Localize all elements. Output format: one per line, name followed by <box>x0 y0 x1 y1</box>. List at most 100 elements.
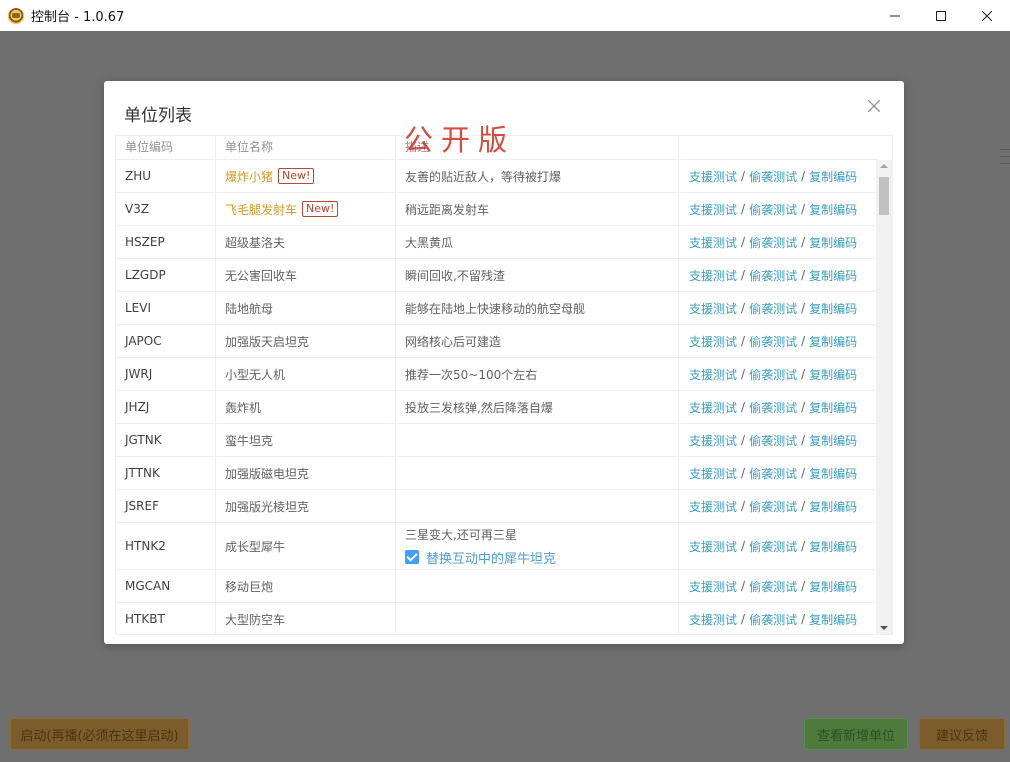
raid-test-link[interactable]: 偷袭测试 <box>749 611 797 628</box>
action-separator: / <box>801 169 806 183</box>
unit-code: JSREF <box>116 490 216 522</box>
raid-test-link[interactable]: 偷袭测试 <box>749 538 797 555</box>
copy-code-link[interactable]: 复制编码 <box>809 465 857 482</box>
table-row: LEVI 陆地航母 能够在陆地上快速移动的航空母舰 支援测试 / 偷袭测试 / 复制编码 <box>116 292 878 325</box>
unit-desc-cell: 投放三发核弹,然后降落自爆 <box>396 391 679 423</box>
replace-rhino-checkbox[interactable]: 替换互动中的犀牛坦克 <box>405 548 556 567</box>
copy-code-link[interactable]: 复制编码 <box>809 267 857 284</box>
unit-name: 成长型犀牛 <box>225 539 286 554</box>
unit-name: 无公害回收车 <box>225 268 298 283</box>
close-window-button[interactable] <box>964 0 1010 31</box>
feedback-button[interactable]: 建议反馈 <box>919 718 1005 750</box>
raid-test-link[interactable]: 偷袭测试 <box>749 201 797 218</box>
table-row: ZHU 爆炸小猪 New! 友善的贴近敌人，等待被打爆 支援测试 / 偷袭测试 / 复制编码 <box>116 160 878 193</box>
raid-test-link[interactable]: 偷袭测试 <box>749 333 797 350</box>
copy-code-link[interactable]: 复制编码 <box>809 399 857 416</box>
support-test-link[interactable]: 支援测试 <box>689 538 737 555</box>
action-separator: / <box>801 400 806 414</box>
unit-desc: 投放三发核弹,然后降落自爆 <box>405 400 553 415</box>
copy-code-link[interactable]: 复制编码 <box>809 498 857 515</box>
raid-test-link[interactable]: 偷袭测试 <box>749 234 797 251</box>
copy-code-link[interactable]: 复制编码 <box>809 366 857 383</box>
unit-name-cell: 陆地航母 <box>216 292 396 324</box>
copy-code-link[interactable]: 复制编码 <box>809 201 857 218</box>
unit-desc-cell <box>396 457 679 489</box>
support-test-link[interactable]: 支援测试 <box>689 267 737 284</box>
edge-marks <box>1000 149 1010 181</box>
unit-name-cell: 爆炸小猪 New! <box>216 160 396 192</box>
copy-code-link[interactable]: 复制编码 <box>809 300 857 317</box>
support-test-link[interactable]: 支援测试 <box>689 366 737 383</box>
action-separator: / <box>741 202 746 216</box>
table-row: V3Z 飞毛腿发射车 New! 稍远距离发射车 支援测试 / 偷袭测试 / 复制编码 <box>116 193 878 226</box>
unit-code: ZHU <box>116 160 216 192</box>
action-separator: / <box>801 612 806 626</box>
table-scrollbar[interactable] <box>876 160 892 634</box>
unit-name-cell: 加强版光棱坦克 <box>216 490 396 522</box>
table-row: JHZJ 轰炸机 投放三发核弹,然后降落自爆 支援测试 / 偷袭测试 / 复制编码 <box>116 391 878 424</box>
copy-code-link[interactable]: 复制编码 <box>809 611 857 628</box>
dialog-title: 单位列表 <box>124 106 192 126</box>
actions-cell: 支援测试 / 偷袭测试 / 复制编码 <box>679 226 878 258</box>
raid-test-link[interactable]: 偷袭测试 <box>749 267 797 284</box>
unit-name: 蛮牛坦克 <box>225 433 274 448</box>
action-separator: / <box>801 268 806 282</box>
unit-name: 小型无人机 <box>225 367 286 382</box>
support-test-link[interactable]: 支援测试 <box>689 611 737 628</box>
dialog-close-button[interactable] <box>867 99 884 116</box>
table-row: LZGDP 无公害回收车 瞬间回收,不留残渣 支援测试 / 偷袭测试 / 复制编码 <box>116 259 878 292</box>
action-separator: / <box>801 202 806 216</box>
raid-test-link[interactable]: 偷袭测试 <box>749 399 797 416</box>
support-test-link[interactable]: 支援测试 <box>689 432 737 449</box>
checkbox-checked-icon[interactable] <box>405 550 419 564</box>
unit-desc-cell: 瞬间回收,不留残渣 <box>396 259 679 291</box>
action-separator: / <box>741 235 746 249</box>
maximize-button[interactable] <box>918 0 964 31</box>
raid-test-link[interactable]: 偷袭测试 <box>749 168 797 185</box>
unit-name-cell: 移动巨炮 <box>216 570 396 602</box>
unit-name: 加强版磁电坦克 <box>225 466 310 481</box>
scroll-thumb[interactable] <box>879 177 889 215</box>
minimize-button[interactable] <box>872 0 918 31</box>
actions-cell: 支援测试 / 偷袭测试 / 复制编码 <box>679 523 878 569</box>
copy-code-link[interactable]: 复制编码 <box>809 234 857 251</box>
raid-test-link[interactable]: 偷袭测试 <box>749 300 797 317</box>
support-test-link[interactable]: 支援测试 <box>689 498 737 515</box>
close-icon <box>867 99 881 113</box>
support-test-link[interactable]: 支援测试 <box>689 465 737 482</box>
action-separator: / <box>741 400 746 414</box>
support-test-link[interactable]: 支援测试 <box>689 300 737 317</box>
copy-code-link[interactable]: 复制编码 <box>809 538 857 555</box>
support-test-link[interactable]: 支援测试 <box>689 578 737 595</box>
actions-cell: 支援测试 / 偷袭测试 / 复制编码 <box>679 457 878 489</box>
support-test-link[interactable]: 支援测试 <box>689 399 737 416</box>
view-new-units-button[interactable]: 查看新增单位 <box>804 718 908 750</box>
unit-name-cell: 超级基洛夫 <box>216 226 396 258</box>
support-test-link[interactable]: 支援测试 <box>689 168 737 185</box>
support-test-link[interactable]: 支援测试 <box>689 201 737 218</box>
table-row: HTKBT 大型防空车 支援测试 / 偷袭测试 / 复制编码 <box>116 603 878 634</box>
unit-desc: 网络核心后可建造 <box>405 334 502 349</box>
action-separator: / <box>741 301 746 315</box>
title-bar: 控制台 - 1.0.67 <box>0 0 1010 31</box>
action-separator: / <box>801 466 806 480</box>
support-test-link[interactable]: 支援测试 <box>689 333 737 350</box>
copy-code-link[interactable]: 复制编码 <box>809 432 857 449</box>
raid-test-link[interactable]: 偷袭测试 <box>749 465 797 482</box>
unit-name-cell: 大型防空车 <box>216 603 396 634</box>
scroll-up-arrow-icon[interactable] <box>880 164 888 168</box>
actions-cell: 支援测试 / 偷袭测试 / 复制编码 <box>679 325 878 357</box>
raid-test-link[interactable]: 偷袭测试 <box>749 432 797 449</box>
raid-test-link[interactable]: 偷袭测试 <box>749 366 797 383</box>
unit-table: 单位编码 单位名称 描述 ZHU 爆炸小猪 New! 友善的贴近敌人，等待被打爆 支援测… <box>115 135 893 635</box>
raid-test-link[interactable]: 偷袭测试 <box>749 498 797 515</box>
copy-code-link[interactable]: 复制编码 <box>809 168 857 185</box>
raid-test-link[interactable]: 偷袭测试 <box>749 578 797 595</box>
table-row: HSZEP 超级基洛夫 大黑黄瓜 支援测试 / 偷袭测试 / 复制编码 <box>116 226 878 259</box>
support-test-link[interactable]: 支援测试 <box>689 234 737 251</box>
unit-list-dialog: 单位列表 公开版 单位编码 单位名称 描述 ZHU 爆炸小猪 New! 友善的贴近敌人… <box>104 81 904 644</box>
scroll-down-arrow-icon[interactable] <box>880 626 888 630</box>
copy-code-link[interactable]: 复制编码 <box>809 333 857 350</box>
copy-code-link[interactable]: 复制编码 <box>809 578 857 595</box>
start-button[interactable]: 启动(再播(必须在这里启动) <box>10 718 189 750</box>
